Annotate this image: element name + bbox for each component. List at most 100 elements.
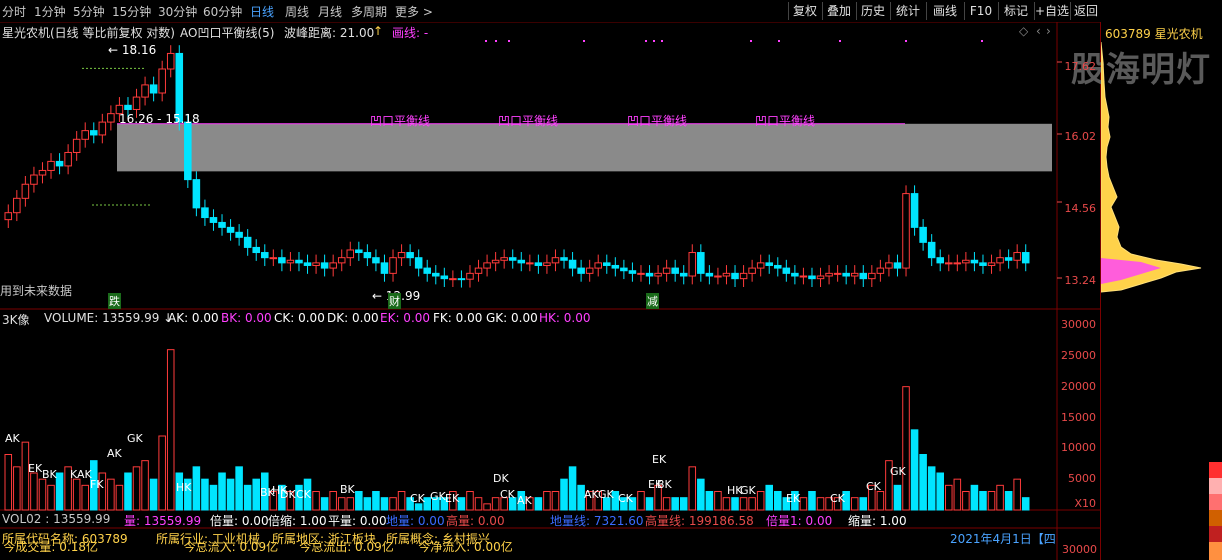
volume-signal-label: CK: [618, 492, 633, 505]
price-axis-label: 13.24: [1064, 274, 1097, 287]
candle: [748, 267, 756, 274]
timeframe-2[interactable]: 5分钟: [73, 3, 105, 20]
volume-bar: [799, 497, 808, 511]
candle: [765, 262, 774, 266]
balance-line-label: 凹口平衡线: [755, 114, 816, 128]
balance-line-label: 凹口平衡线: [627, 114, 688, 128]
timeframe-4[interactable]: 30分钟: [158, 3, 197, 20]
timeframe-6[interactable]: 日线: [250, 3, 274, 20]
candle: [987, 262, 996, 266]
candle: [72, 138, 81, 153]
volume-signal-label: AK: [5, 432, 20, 445]
toolbar-button-5[interactable]: F10: [964, 2, 997, 20]
candle: [64, 151, 72, 167]
volume-axis-label: 30000: [1061, 318, 1096, 331]
candle: [970, 259, 979, 264]
timeframe-10[interactable]: 更多 >: [395, 3, 433, 20]
volume-bar: [910, 429, 919, 511]
volume-bar: [243, 484, 252, 511]
timeframe-1[interactable]: 1分钟: [34, 3, 66, 20]
candle: [756, 262, 765, 269]
candle: [534, 262, 543, 266]
timeframe-9[interactable]: 多周期: [351, 3, 387, 20]
toolbar-button-2[interactable]: 历史: [856, 2, 889, 20]
candle: [842, 272, 850, 277]
candle: [201, 207, 209, 219]
volume-axis-label: 5000: [1068, 472, 1096, 485]
volume-multiplier: X10: [1074, 497, 1096, 510]
volume-bar: [55, 472, 64, 511]
vol02-item: 量: 13559.99: [124, 514, 202, 528]
timeframe-3[interactable]: 15分钟: [112, 3, 151, 20]
volume-bar: [491, 497, 500, 511]
signal-dot: [583, 40, 585, 42]
candle: [278, 257, 286, 264]
volume-signal-label: CK: [500, 488, 515, 501]
volume-bar: [534, 497, 543, 511]
toolbar-button-3[interactable]: 统计: [890, 2, 925, 20]
price-axis-label: 16.02: [1064, 130, 1097, 143]
candle: [158, 68, 166, 94]
vol02-item: VOL02 : 13559.99: [2, 512, 111, 526]
volume-signal-label: EK: [786, 492, 801, 505]
volume-bar: [201, 478, 209, 511]
volume-profile-shape: [1101, 41, 1202, 293]
volume-signal-label: DK: [280, 488, 296, 501]
candle: [320, 262, 329, 269]
timeframe-5[interactable]: 60分钟: [203, 3, 242, 20]
volume-bar: [466, 491, 474, 511]
vol02-item: 倍缩: 1.00: [268, 514, 327, 528]
volume-bar: [149, 478, 158, 511]
candle: [611, 264, 620, 269]
candle: [184, 121, 192, 181]
volume-value: VOLUME: 13559.99 ↓: [44, 311, 174, 325]
color-swatch-column: [1209, 462, 1222, 560]
volume-bar: [731, 497, 739, 511]
candle: [380, 262, 389, 274]
volume-bar: [568, 466, 577, 511]
candle: [107, 113, 115, 123]
candle: [543, 262, 551, 266]
balance-line-label: 凹口平衡线: [370, 114, 431, 128]
volume-bar: [389, 497, 397, 511]
volume-bar: [1021, 497, 1030, 511]
candle: [774, 264, 782, 269]
volume-bar: [560, 478, 568, 511]
volume-bar: [945, 484, 953, 511]
volume-bar: [209, 484, 218, 511]
candle: [910, 193, 919, 228]
timeframe-8[interactable]: 月线: [318, 3, 342, 20]
timeframe-7[interactable]: 周线: [285, 3, 309, 20]
candle: [337, 257, 346, 264]
volume-title[interactable]: 3K像: [2, 311, 30, 328]
volume-bar: [312, 491, 320, 511]
chart-canvas[interactable]: [0, 22, 1100, 560]
volume-bar: [543, 491, 551, 511]
candle: [389, 257, 397, 274]
candle: [868, 272, 876, 280]
candle: [466, 272, 474, 280]
vol02-item: 平量: 0.00: [328, 514, 387, 528]
candle: [1013, 252, 1021, 261]
toolbar-button-7[interactable]: +自选: [1034, 2, 1069, 20]
signal-dot: [508, 40, 510, 42]
volume-signal-label: GK: [890, 465, 906, 478]
toolbar-button-6[interactable]: 标记: [998, 2, 1033, 20]
volume-bar: [21, 441, 30, 511]
candle: [628, 270, 637, 274]
candle: [252, 246, 260, 254]
candle: [141, 84, 149, 98]
volume-bar: [4, 454, 13, 511]
toolbar-button-8[interactable]: 返回: [1070, 2, 1101, 20]
volume-signal-label: AK: [517, 494, 532, 507]
volume-signal-label: CK: [296, 488, 311, 501]
timeframe-0[interactable]: 分时: [2, 3, 26, 20]
signal-dot: [839, 40, 841, 42]
signal-dot: [778, 40, 780, 42]
volume-bar: [192, 466, 201, 511]
toolbar-button-1[interactable]: 叠加: [822, 2, 855, 20]
volume-signal-value: CK: 0.00: [274, 311, 325, 325]
volume-bar: [474, 497, 483, 511]
toolbar-button-0[interactable]: 复权: [788, 2, 821, 20]
toolbar-button-4[interactable]: 画线: [926, 2, 963, 20]
